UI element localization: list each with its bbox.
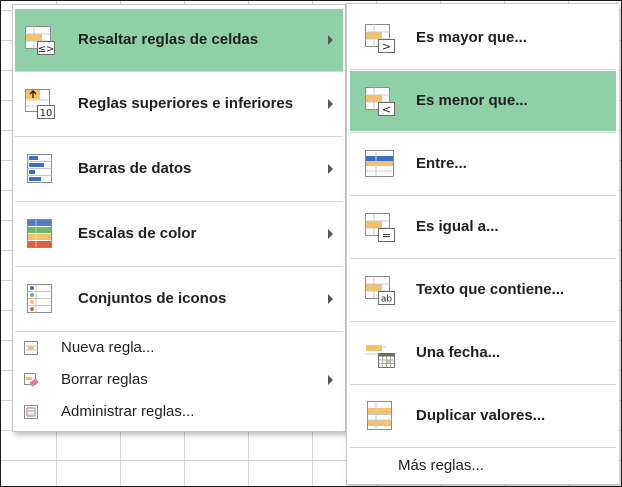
menu-divider — [15, 136, 343, 137]
text-ab-symbol: ab — [381, 295, 393, 305]
highlight-cells-rules-submenu: > Es mayor que... < Es menor que... Entr… — [346, 3, 619, 485]
submenu-arrow-icon — [328, 375, 333, 385]
menu-divider — [350, 258, 616, 259]
menu-divider — [15, 71, 343, 72]
submenu-arrow-icon — [328, 294, 333, 304]
menu-item-label: Barras de datos — [78, 160, 192, 177]
top-bottom-badge: 10 — [40, 108, 53, 119]
submenu-arrow-icon — [328, 229, 333, 239]
svg-text:≤>: ≤> — [38, 44, 55, 55]
submenu-item-more-rules[interactable]: Más reglas... — [350, 450, 616, 482]
submenu-item-text-contains[interactable]: ab Texto que contiene... — [350, 260, 616, 320]
text-contains-icon: ab — [364, 274, 396, 306]
menu-item-label: Conjuntos de iconos — [78, 290, 227, 307]
top-bottom-rules-icon: 10 — [24, 88, 56, 120]
submenu-arrow-icon — [328, 35, 333, 45]
icon-sets-icon — [24, 283, 56, 315]
menu-divider — [350, 384, 616, 385]
submenu-arrow-icon — [328, 99, 333, 109]
submenu-item-label: Es igual a... — [416, 218, 499, 235]
menu-item-data-bars[interactable]: Barras de datos — [15, 138, 343, 200]
menu-divider — [350, 132, 616, 133]
submenu-item-label: Una fecha... — [416, 344, 501, 361]
conditional-formatting-menu: ≤> Resaltar reglas de celdas 10 Reglas s… — [12, 4, 346, 432]
submenu-item-equal-to[interactable]: = Es igual a... — [350, 197, 616, 257]
submenu-item-date-occurring[interactable]: Una fecha... — [350, 323, 616, 383]
submenu-arrow-icon — [328, 164, 333, 174]
new-rule-icon — [23, 340, 39, 356]
menu-item-label: Resaltar reglas de celdas — [78, 31, 259, 48]
submenu-item-label: Texto que contiene... — [416, 281, 565, 298]
equal-symbol: = — [382, 229, 391, 242]
menu-divider — [15, 266, 343, 267]
date-occurring-icon — [364, 337, 396, 369]
greater-than-icon: > — [364, 22, 396, 54]
duplicate-values-icon — [364, 400, 396, 432]
menu-item-label: Nueva regla... — [61, 339, 155, 356]
submenu-item-label: Duplicar valores... — [416, 407, 546, 424]
less-than-symbol: < — [382, 103, 391, 116]
between-icon — [364, 148, 396, 180]
menu-divider — [350, 321, 616, 322]
menu-divider — [15, 331, 343, 332]
clear-rules-icon — [23, 372, 39, 388]
highlight-cells-rules-icon: ≤> — [24, 24, 56, 56]
manage-rules-icon — [23, 404, 39, 420]
menu-divider — [350, 447, 616, 448]
submenu-item-between[interactable]: Entre... — [350, 134, 616, 194]
submenu-item-greater-than[interactable]: > Es mayor que... — [350, 8, 616, 68]
submenu-item-duplicate-values[interactable]: Duplicar valores... — [350, 386, 616, 446]
submenu-item-less-than[interactable]: < Es menor que... — [350, 71, 616, 131]
menu-item-clear-rules[interactable]: Borrar reglas — [15, 365, 343, 395]
menu-divider — [350, 195, 616, 196]
submenu-item-label: Entre... — [416, 155, 467, 172]
data-bars-icon — [24, 153, 56, 185]
menu-item-label: Reglas superiores e inferiores — [78, 95, 294, 112]
menu-item-color-scales[interactable]: Escalas de color — [15, 203, 343, 265]
submenu-item-label: Es menor que... — [416, 92, 528, 109]
menu-item-label: Administrar reglas... — [61, 403, 195, 420]
menu-item-icon-sets[interactable]: Conjuntos de iconos — [15, 268, 343, 330]
greater-than-symbol: > — [382, 40, 391, 53]
menu-item-highlight-cells-rules[interactable]: ≤> Resaltar reglas de celdas — [15, 9, 343, 71]
menu-item-new-rule[interactable]: Nueva regla... — [15, 333, 343, 363]
color-scales-icon — [24, 218, 56, 250]
menu-item-label: Borrar reglas — [61, 371, 148, 388]
menu-item-label: Escalas de color — [78, 225, 197, 242]
menu-item-manage-rules[interactable]: Administrar reglas... — [15, 397, 343, 427]
menu-divider — [15, 201, 343, 202]
menu-item-top-bottom-rules[interactable]: 10 Reglas superiores e inferiores — [15, 73, 343, 135]
submenu-item-label: Es mayor que... — [416, 29, 527, 46]
equal-to-icon: = — [364, 211, 396, 243]
less-than-icon: < — [364, 85, 396, 117]
submenu-item-label: Más reglas... — [398, 457, 484, 474]
menu-divider — [350, 69, 616, 70]
